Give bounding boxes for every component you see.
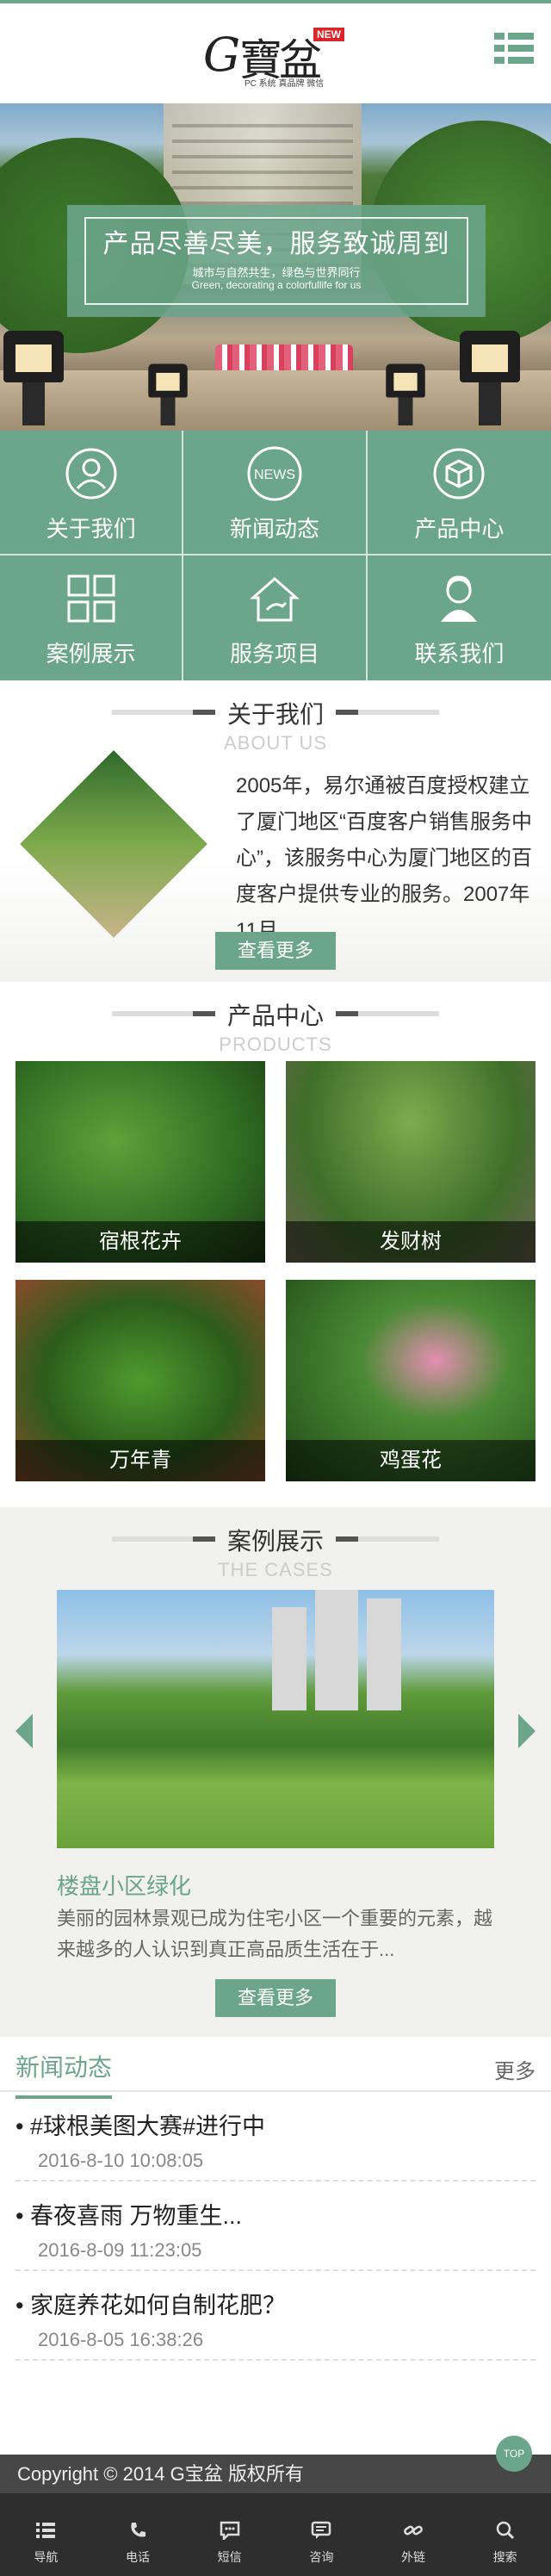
- product-name: 万年青: [15, 1440, 265, 1481]
- toolbar-nav-label: 导航: [34, 2550, 59, 2564]
- product-card[interactable]: 万年青: [15, 1280, 265, 1481]
- news-title: 春夜喜雨 万物重生...: [15, 2197, 536, 2231]
- products-title-en: PRODUCTS: [219, 1034, 332, 1055]
- cases-more-button[interactable]: 查看更多: [215, 1979, 336, 2017]
- products-section: 产品中心 PRODUCTS 宿根花卉 发财树 万年青 鸡蛋花: [0, 982, 551, 1507]
- cases-title: 案例展示: [226, 1528, 324, 1555]
- news-date: 2016-8-10 10:08:05: [38, 2150, 204, 2171]
- site-logo[interactable]: G 寶盆 NEW PC 系统 真品牌 微信: [203, 22, 350, 91]
- toolbar-search-label: 搜索: [492, 2550, 517, 2564]
- news-more-link[interactable]: 更多: [494, 2054, 536, 2084]
- nav-contact[interactable]: 联系我们: [368, 556, 551, 680]
- toolbar-nav[interactable]: 导航: [0, 2493, 92, 2576]
- nav-products[interactable]: 产品中心: [367, 431, 551, 556]
- product-grid: 宿根花卉 发财树 万年青 鸡蛋花: [15, 1061, 536, 1481]
- logo-tagline: PC 系统 真品牌 微信: [245, 79, 325, 89]
- nav-news-label: 新闻动态: [229, 516, 319, 542]
- bottom-toolbar: 导航 电话 短信 咨询 外链 搜索: [0, 2493, 551, 2576]
- menu-icon[interactable]: [494, 33, 534, 67]
- case-description: 美丽的园林景观已成为住宅小区一个重要的元素，越来越多的人认识到真正高品质生活在于…: [57, 1908, 493, 1960]
- nav-contact-label: 联系我们: [414, 641, 505, 667]
- user-icon: [65, 448, 117, 500]
- nav-news[interactable]: NEWS 新闻动态: [183, 431, 368, 556]
- lamp-left-outer: [3, 331, 64, 425]
- product-name: 发财树: [286, 1221, 536, 1263]
- about-more-button[interactable]: 查看更多: [215, 932, 336, 970]
- hero-banner[interactable]: 产品尽善尽美，服务致诚周到 城市与自然共生，绿色与世界同行 Green, dec…: [0, 103, 551, 431]
- product-card[interactable]: 发财树: [286, 1061, 536, 1263]
- copyright: Copyright © 2014 G宝盆 版权所有: [0, 2455, 551, 2493]
- search-icon: [496, 2521, 514, 2540]
- nav-about-label: 关于我们: [46, 516, 136, 542]
- box-icon: [433, 448, 485, 500]
- news-item[interactable]: 家庭养花如何自制花肥？ 2016-8-05 16:38:26: [15, 2271, 536, 2361]
- news-tab[interactable]: 新闻动态: [15, 2049, 113, 2099]
- about-heading: 关于我们 ABOUT US: [0, 680, 551, 754]
- contact-icon: [441, 575, 478, 622]
- nav-about[interactable]: 关于我们: [0, 431, 184, 556]
- news-header: 新闻动态 更多: [0, 2037, 551, 2099]
- news-section: 新闻动态 更多 #球根美图大赛#进行中 2016-8-10 10:08:05 春…: [0, 2037, 551, 2416]
- lamp-right-inner: [386, 363, 425, 425]
- case-next-arrow-icon[interactable]: [518, 1714, 536, 1748]
- news-icon-text: NEWS: [254, 468, 295, 482]
- product-name: 鸡蛋花: [286, 1440, 536, 1481]
- link-icon: [404, 2525, 423, 2536]
- toolbar-sms[interactable]: 短信: [183, 2493, 276, 2576]
- product-card[interactable]: 宿根花卉: [15, 1061, 265, 1263]
- products-title: 产品中心: [226, 1002, 324, 1029]
- case-prev-arrow-icon[interactable]: [15, 1714, 33, 1748]
- cases-section: 案例展示 THE CASES 楼盘小区绿化 美丽的园林景观已成为住宅小区一个重要…: [0, 1507, 551, 2037]
- case-image[interactable]: [57, 1590, 494, 1848]
- lamp-left-inner: [148, 363, 188, 425]
- news-icon: NEWS: [247, 446, 302, 501]
- nav-services[interactable]: 服务项目: [183, 556, 368, 680]
- nav-cases-label: 案例展示: [46, 641, 136, 667]
- phone-icon: [131, 2523, 145, 2537]
- news-title: #球根美图大赛#进行中: [15, 2107, 536, 2141]
- nav-cases[interactable]: 案例展示: [0, 556, 184, 680]
- products-heading: 产品中心 PRODUCTS: [0, 982, 551, 1055]
- list-icon: [36, 2523, 56, 2538]
- quick-nav-grid: 关于我们 NEWS 新闻动态 产品中心 案例展示 服务项目 联系我们: [0, 431, 551, 680]
- news-title: 家庭养花如何自制花肥？: [15, 2287, 536, 2320]
- toolbar-sms-label: 短信: [217, 2550, 242, 2564]
- chat-icon: [312, 2521, 331, 2539]
- about-section: 关于我们 ABOUT US 2005年，易尔通被百度授权建立了厦门地区“百度客户…: [0, 680, 551, 982]
- about-title: 关于我们: [226, 701, 324, 728]
- news-date: 2016-8-09 11:23:05: [38, 2239, 202, 2261]
- back-to-top-button[interactable]: TOP: [496, 2436, 532, 2472]
- banner-title: 产品尽善尽美，服务致诚周到: [102, 230, 450, 258]
- banner-caption: 产品尽善尽美，服务致诚周到 城市与自然共生，绿色与世界同行 Green, dec…: [67, 205, 486, 317]
- product-name: 宿根花卉: [15, 1221, 265, 1263]
- about-image: [19, 749, 208, 939]
- toolbar-consult-label: 咨询: [309, 2550, 334, 2564]
- logo-new-badge: NEW: [313, 28, 344, 41]
- sms-icon: [220, 2521, 239, 2540]
- grid-icon: [67, 574, 115, 623]
- toolbar-phone[interactable]: 电话: [92, 2493, 184, 2576]
- site-header: G 寶盆 NEW PC 系统 真品牌 微信: [0, 0, 551, 103]
- product-card[interactable]: 鸡蛋花: [286, 1280, 536, 1481]
- news-item[interactable]: 春夜喜雨 万物重生... 2016-8-09 11:23:05: [15, 2182, 536, 2271]
- news-item[interactable]: #球根美图大赛#进行中 2016-8-10 10:08:05: [15, 2092, 536, 2182]
- toolbar-link[interactable]: 外链: [368, 2493, 460, 2576]
- service-icon: [250, 577, 300, 622]
- case-name[interactable]: 楼盘小区绿化: [57, 1869, 191, 1901]
- toolbar-consult[interactable]: 咨询: [276, 2493, 368, 2576]
- banner-subtitle-cn: 城市与自然共生，绿色与世界同行: [192, 266, 361, 279]
- toolbar-phone-label: 电话: [126, 2550, 150, 2564]
- cases-heading: 案例展示 THE CASES: [0, 1507, 551, 1580]
- nav-services-label: 服务项目: [229, 641, 319, 667]
- news-date: 2016-8-05 16:38:26: [38, 2329, 204, 2350]
- toolbar-link-label: 外链: [401, 2550, 426, 2564]
- about-text: 2005年，易尔通被百度授权建立了厦门地区“百度客户销售服务中心”，该服务中心为…: [236, 774, 532, 942]
- cases-title-en: THE CASES: [218, 1559, 333, 1580]
- toolbar-search[interactable]: 搜索: [459, 2493, 551, 2576]
- logo-letter: G: [203, 28, 241, 82]
- lamp-right-outer: [460, 331, 520, 425]
- nav-products-label: 产品中心: [414, 516, 505, 542]
- banner-subtitle-en: Green, decorating a colorfullife for us: [191, 279, 362, 291]
